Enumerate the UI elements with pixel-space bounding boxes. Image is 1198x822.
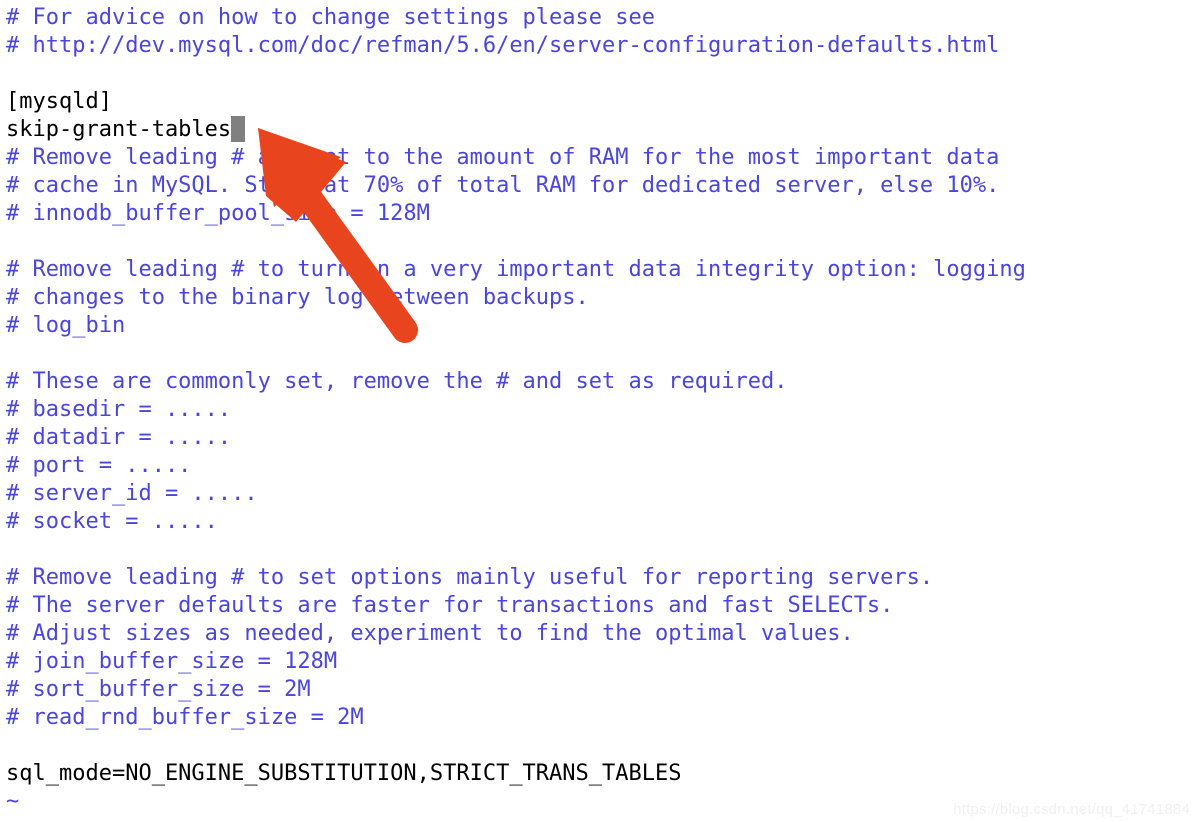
- editor-line[interactable]: # Remove leading # to turn on a very imp…: [6, 256, 1198, 284]
- editor-line-text: # Remove leading # to set options mainly…: [6, 565, 934, 590]
- editor-line-text: # http://dev.mysql.com/doc/refman/5.6/en…: [6, 33, 1000, 58]
- editor-line-text: [6, 733, 19, 758]
- editor-line-text: # sort_buffer_size = 2M: [6, 677, 311, 702]
- editor-line-text: # basedir = .....: [6, 397, 232, 422]
- editor-line-text: # port = .....: [6, 453, 192, 478]
- editor-line-text: # changes to the binary log between back…: [6, 285, 589, 310]
- editor-line[interactable]: # These are commonly set, remove the # a…: [6, 368, 1198, 396]
- editor-line[interactable]: # basedir = .....: [6, 396, 1198, 424]
- editor-line-text: # Remove leading # to turn on a very imp…: [6, 257, 1026, 282]
- editor-line-text: [6, 61, 19, 86]
- editor-line[interactable]: # changes to the binary log between back…: [6, 284, 1198, 312]
- editor-line[interactable]: # For advice on how to change settings p…: [6, 4, 1198, 32]
- editor-line-text: [6, 341, 19, 366]
- editor-line[interactable]: skip-grant-tables: [6, 116, 1198, 144]
- editor-line-text: # innodb_buffer_pool_size = 128M: [6, 201, 430, 226]
- editor-line[interactable]: # socket = .....: [6, 508, 1198, 536]
- editor-line[interactable]: # datadir = .....: [6, 424, 1198, 452]
- editor-line[interactable]: sql_mode=NO_ENGINE_SUBSTITUTION,STRICT_T…: [6, 760, 1198, 788]
- editor-line-text: # log_bin: [6, 313, 126, 338]
- editor-line-text: ~: [6, 789, 20, 814]
- editor-line[interactable]: # The server defaults are faster for tra…: [6, 592, 1198, 620]
- editor-line[interactable]: # innodb_buffer_pool_size = 128M: [6, 200, 1198, 228]
- editor-line[interactable]: # Remove leading # and set to the amount…: [6, 144, 1198, 172]
- editor-line[interactable]: # log_bin: [6, 312, 1198, 340]
- editor-line-text: # These are commonly set, remove the # a…: [6, 369, 788, 394]
- text-cursor: [231, 116, 246, 142]
- editor-line-text: # cache in MySQL. Start at 70% of total …: [6, 173, 1000, 198]
- editor-line[interactable]: [6, 340, 1198, 368]
- editor-line[interactable]: # cache in MySQL. Start at 70% of total …: [6, 172, 1198, 200]
- editor-line-text: sql_mode=NO_ENGINE_SUBSTITUTION,STRICT_T…: [6, 761, 682, 786]
- editor-line-text: # For advice on how to change settings p…: [6, 5, 656, 30]
- editor-line-text: [mysqld]: [6, 89, 112, 114]
- editor-line-text: # read_rnd_buffer_size = 2M: [6, 705, 364, 730]
- watermark-text: https://blog.csdn.net/qq_41741884: [953, 801, 1190, 818]
- editor-line[interactable]: # Adjust sizes as needed, experiment to …: [6, 620, 1198, 648]
- editor-line-text: # Adjust sizes as needed, experiment to …: [6, 621, 854, 646]
- editor-line[interactable]: [6, 228, 1198, 256]
- editor-line-text: # join_buffer_size = 128M: [6, 649, 338, 674]
- editor-line-text: # Remove leading # and set to the amount…: [6, 145, 1000, 170]
- editor-line[interactable]: # port = .....: [6, 452, 1198, 480]
- editor-line[interactable]: [6, 60, 1198, 88]
- editor-line-text: # server_id = .....: [6, 481, 258, 506]
- editor-line[interactable]: # sort_buffer_size = 2M: [6, 676, 1198, 704]
- editor-line-text: # The server defaults are faster for tra…: [6, 593, 894, 618]
- editor-line[interactable]: [6, 536, 1198, 564]
- editor-line[interactable]: [mysqld]: [6, 88, 1198, 116]
- editor-line[interactable]: # http://dev.mysql.com/doc/refman/5.6/en…: [6, 32, 1198, 60]
- editor-line-text: # datadir = .....: [6, 425, 232, 450]
- editor-line-text: # socket = .....: [6, 509, 218, 534]
- editor-line-text: [6, 229, 19, 254]
- terminal-screen: # For advice on how to change settings p…: [0, 0, 1198, 822]
- editor-line[interactable]: [6, 732, 1198, 760]
- editor-line-text: [6, 537, 19, 562]
- editor-line-text: skip-grant-tables: [6, 117, 232, 142]
- editor-line[interactable]: # read_rnd_buffer_size = 2M: [6, 704, 1198, 732]
- editor-line[interactable]: # Remove leading # to set options mainly…: [6, 564, 1198, 592]
- editor-line[interactable]: # join_buffer_size = 128M: [6, 648, 1198, 676]
- text-editor-buffer[interactable]: # For advice on how to change settings p…: [0, 0, 1198, 822]
- editor-line[interactable]: # server_id = .....: [6, 480, 1198, 508]
